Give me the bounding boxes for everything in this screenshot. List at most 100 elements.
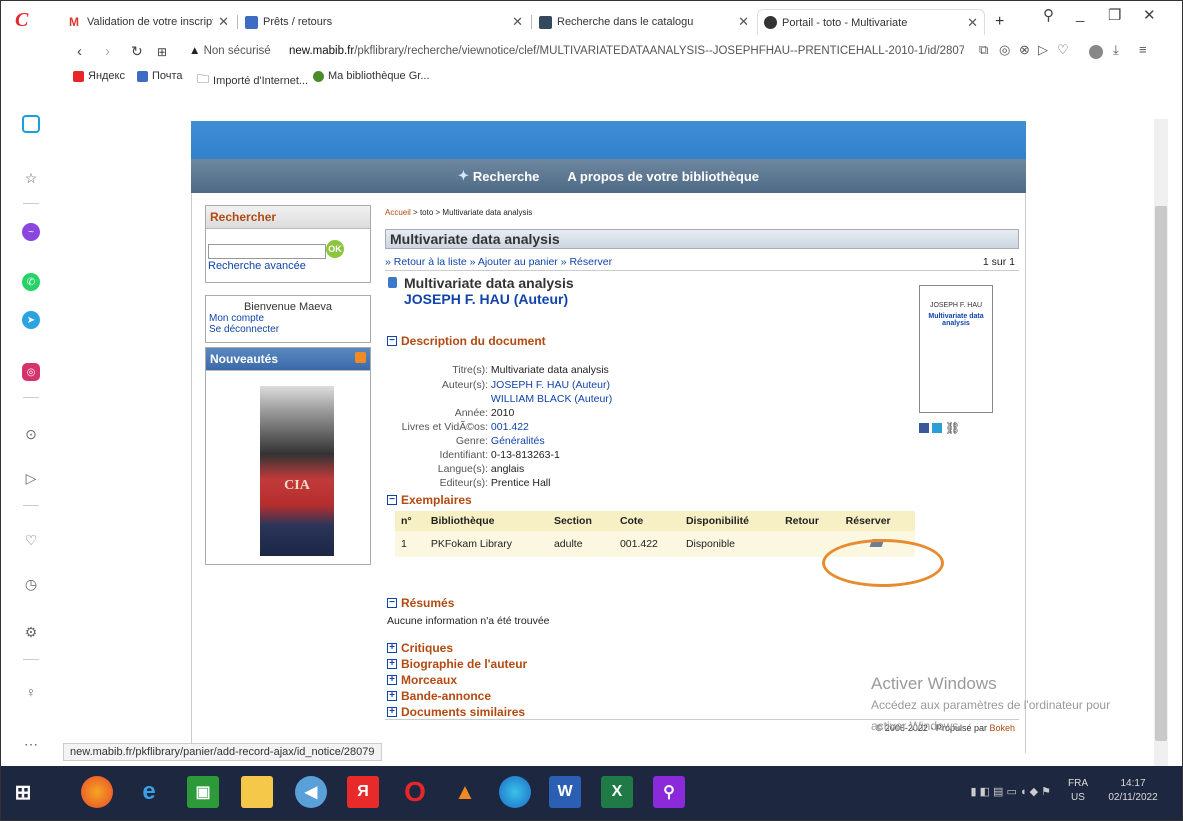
excel-icon[interactable]: X: [601, 776, 633, 808]
close-icon[interactable]: ✕: [218, 14, 229, 30]
bookmark-pochta[interactable]: Почта: [137, 70, 183, 82]
search-input[interactable]: [208, 244, 326, 259]
genre-link[interactable]: Généralités: [491, 435, 545, 447]
book-cover-image[interactable]: CIA: [260, 386, 334, 556]
document-author[interactable]: JOSEPH F. HAU (Auteur): [404, 291, 568, 307]
tab-recherche[interactable]: Recherche dans le catalogu ✕: [533, 9, 755, 35]
download-icon[interactable]: ⤓: [1113, 42, 1119, 58]
file-explorer-icon[interactable]: [241, 776, 273, 808]
back-to-list-link[interactable]: » Retour à la liste: [385, 256, 467, 268]
restore-icon[interactable]: ❐: [1108, 6, 1121, 24]
breadcrumb-home[interactable]: Accueil: [385, 208, 411, 217]
my-account-link[interactable]: Mon compte: [209, 313, 370, 324]
section-critiques[interactable]: + Critiques: [387, 641, 453, 655]
bookmark-mabib[interactable]: Ma bibliothèque Gr...: [313, 70, 430, 82]
search-icon[interactable]: ⚲: [1043, 6, 1054, 24]
back-icon[interactable]: ‹: [77, 43, 82, 60]
home-icon[interactable]: [22, 115, 40, 133]
rss-icon[interactable]: [355, 352, 366, 363]
tab-portail[interactable]: Portail - toto - Multivariate ✕: [757, 9, 985, 35]
folder-icon: 🗀: [197, 72, 210, 86]
close-icon[interactable]: ✕: [738, 14, 749, 30]
tab-gmail[interactable]: M Validation de votre inscripti ✕: [63, 9, 235, 35]
bookmark-imported[interactable]: 🗀 Importé d'Internet...: [197, 70, 308, 91]
opera-icon[interactable]: O: [399, 776, 431, 808]
messenger-icon[interactable]: ~: [22, 223, 40, 241]
vlc-icon[interactable]: ▲: [449, 776, 481, 808]
close-icon[interactable]: ✕: [967, 15, 978, 31]
telegram-icon[interactable]: ➤: [22, 311, 40, 329]
minimize-icon[interactable]: _: [1076, 6, 1084, 23]
star-icon[interactable]: ☆: [22, 169, 40, 187]
ok-button[interactable]: OK: [326, 240, 344, 258]
menu-label: Recherche: [472, 168, 540, 184]
lightbulb-icon[interactable]: ♀: [22, 683, 40, 701]
section-biography[interactable]: + Biographie de l'auteur: [387, 657, 527, 671]
system-tray-icons[interactable]: ▮ ◧ ▤ ▭ ◖ ◆ ⚑: [921, 785, 1051, 799]
summaries-header[interactable]: − Résumés: [387, 596, 454, 610]
expand-icon: +: [387, 675, 397, 685]
search-app-icon[interactable]: ⚲: [653, 776, 685, 808]
add-to-cart-link[interactable]: » Ajouter au panier: [470, 256, 558, 268]
section-morceaux[interactable]: + Morceaux: [387, 673, 457, 687]
breadcrumb-toto[interactable]: toto: [420, 208, 433, 217]
instagram-icon[interactable]: ◎: [22, 363, 40, 381]
copies-header[interactable]: − Exemplaires: [387, 493, 472, 507]
class-link[interactable]: 001.422: [491, 421, 529, 433]
section-trailer[interactable]: + Bande-annonce: [387, 689, 491, 703]
close-window-icon[interactable]: ✕: [1143, 6, 1156, 24]
collapse-icon: −: [387, 598, 397, 608]
share-icon[interactable]: ⧉: [979, 42, 988, 58]
author-link[interactable]: JOSEPH F. HAU (Auteur): [491, 379, 610, 391]
more-icon[interactable]: ⋯: [22, 735, 40, 753]
edge-icon[interactable]: [499, 776, 531, 808]
logout-link[interactable]: Se déconnecter: [209, 324, 370, 335]
ie-icon[interactable]: e: [133, 776, 165, 808]
favorite-icon[interactable]: ♡: [1057, 42, 1069, 58]
tab-prets[interactable]: Prêts / retours ✕: [239, 9, 529, 35]
footer-link[interactable]: Bokeh: [989, 723, 1015, 733]
close-icon[interactable]: ✕: [512, 14, 523, 30]
store-icon[interactable]: ▣: [187, 776, 219, 808]
heart-icon[interactable]: ♡: [22, 531, 40, 549]
grid-icon[interactable]: ⊞: [157, 45, 167, 59]
document-thumbnail[interactable]: JOSEPH F. HAU Multivariate data analysis: [919, 285, 993, 413]
play-icon[interactable]: ▷: [1038, 42, 1048, 58]
whatsapp-icon[interactable]: ✆: [22, 273, 40, 291]
profile-avatar[interactable]: [1089, 45, 1103, 59]
play-icon[interactable]: ▷: [22, 469, 40, 487]
settings-icon[interactable]: ⚙: [22, 623, 40, 641]
clock[interactable]: 14:17 02/11/2022: [1095, 777, 1171, 805]
forward-icon[interactable]: ›: [105, 43, 110, 60]
reload-icon[interactable]: ↻: [131, 43, 143, 60]
author-link[interactable]: WILLIAM BLACK (Auteur): [491, 393, 612, 405]
menu-icon[interactable]: ≡: [1139, 42, 1147, 57]
history-icon[interactable]: ◷: [22, 575, 40, 593]
security-label: Non sécurisé: [203, 45, 271, 57]
screenshot-icon[interactable]: ◎: [999, 42, 1010, 58]
menu-search[interactable]: ✦ Recherche: [458, 168, 539, 184]
facebook-icon[interactable]: [919, 423, 929, 433]
cell-library: PKFokam Library: [424, 531, 548, 557]
media-icon[interactable]: ⊙: [22, 425, 40, 443]
language-indicator[interactable]: FRA US: [1065, 777, 1091, 805]
link-icon[interactable]: ⛓: [945, 422, 960, 434]
menu-about[interactable]: A propos de votre bibliothèque: [567, 169, 759, 184]
section-label: Biographie de l'auteur: [401, 657, 528, 671]
adblock-icon[interactable]: ⊗: [1019, 42, 1030, 58]
url-field[interactable]: new.mabib.fr/pkflibrary/recherche/viewno…: [289, 45, 964, 57]
twitter-icon[interactable]: [932, 423, 942, 433]
description-header[interactable]: − Description du document: [387, 334, 546, 348]
advanced-search-link[interactable]: Recherche avancée: [208, 260, 306, 272]
bookmark-yandex[interactable]: Яндекс: [73, 70, 125, 82]
word-icon[interactable]: W: [549, 776, 581, 808]
windows-start-icon[interactable]: ⊞: [7, 776, 39, 808]
security-indicator[interactable]: ▲ Non sécurisé: [189, 45, 271, 57]
section-similar[interactable]: + Documents similaires: [387, 705, 525, 719]
scrollbar-thumb[interactable]: [1155, 206, 1167, 741]
yandex-browser-icon[interactable]: Я: [347, 776, 379, 808]
new-tab-button[interactable]: +: [989, 9, 1010, 35]
firefox-icon[interactable]: [81, 776, 113, 808]
reserve-link[interactable]: » Réserver: [561, 256, 612, 268]
media-player-icon[interactable]: ◀: [295, 776, 327, 808]
